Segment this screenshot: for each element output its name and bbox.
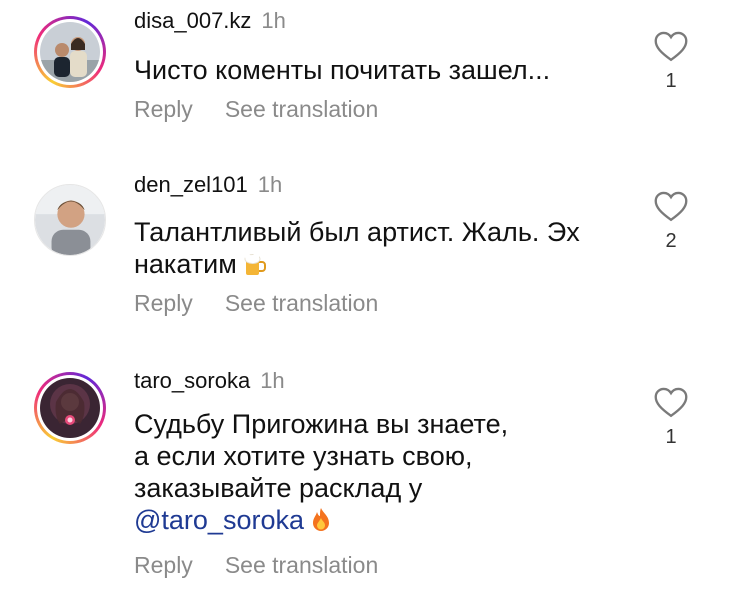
like-control: 1: [648, 386, 694, 449]
comment-text-line: а если хотите узнать свою,: [134, 441, 473, 471]
beer-mug-icon: [243, 251, 267, 284]
see-translation-button[interactable]: See translation: [225, 290, 378, 316]
timestamp: 1h: [260, 368, 285, 393]
heart-icon[interactable]: [653, 190, 689, 222]
see-translation-button[interactable]: See translation: [225, 552, 378, 578]
like-count: 1: [665, 70, 677, 92]
like-count: 1: [665, 426, 677, 448]
timestamp: 1h: [261, 8, 286, 33]
avatar[interactable]: [34, 184, 106, 256]
comment-actions: Reply See translation: [134, 96, 378, 123]
comment-text-line-2: накатим: [134, 248, 634, 284]
avatar-image: [40, 378, 100, 438]
comment-actions: Reply See translation: [134, 552, 378, 579]
heart-icon[interactable]: [653, 30, 689, 62]
avatar[interactable]: [34, 372, 106, 444]
comment-text-line: накатим: [134, 249, 237, 279]
comment-text-line: заказывайте расклад у: [134, 473, 423, 503]
username[interactable]: den_zel101: [134, 172, 248, 197]
comment-text: Талантливый был артист. Жаль. Эх накатим: [134, 216, 634, 284]
reply-button[interactable]: Reply: [134, 290, 193, 316]
reply-button[interactable]: Reply: [134, 552, 193, 578]
comment-header: den_zel101 1h: [134, 172, 282, 198]
comment-text: Судьбу Пригожина вы знаете, а если хотит…: [134, 408, 634, 540]
username[interactable]: disa_007.kz: [134, 8, 251, 33]
fire-icon: [310, 507, 332, 540]
comment-actions: Reply See translation: [134, 290, 378, 317]
comment-3: taro_soroka 1h Судьбу Пригожина вы знаете…: [0, 356, 732, 603]
like-control: 2: [648, 190, 694, 253]
heart-icon[interactable]: [653, 386, 689, 418]
like-count: 2: [665, 230, 677, 252]
comment-2: den_zel101 1h Талантливый был артист. Жал…: [0, 160, 732, 330]
see-translation-button[interactable]: See translation: [225, 96, 378, 122]
comment-text-line: Судьбу Пригожина вы знаете,: [134, 409, 509, 439]
comment-text-line-4: @taro_soroka: [134, 504, 634, 540]
comment-1: disa_007.kz 1h Чисто коменты почитать заш…: [0, 0, 732, 140]
timestamp: 1h: [257, 172, 283, 197]
comment-header: disa_007.kz 1h: [134, 8, 286, 34]
avatar-image: [35, 185, 105, 255]
username[interactable]: taro_soroka: [134, 368, 250, 393]
comment-header: taro_soroka 1h: [134, 368, 285, 394]
like-control: 1: [648, 30, 694, 93]
comment-text: Чисто коменты почитать зашел...: [134, 54, 634, 86]
comment-text-line: Чисто коменты почитать зашел...: [134, 55, 551, 85]
mention-link[interactable]: @taro_soroka: [134, 505, 304, 535]
comment-text-line: Талантливый был артист. Жаль. Эх: [134, 217, 580, 247]
avatar[interactable]: [34, 16, 106, 88]
avatar-image: [40, 22, 100, 82]
reply-button[interactable]: Reply: [134, 96, 193, 122]
